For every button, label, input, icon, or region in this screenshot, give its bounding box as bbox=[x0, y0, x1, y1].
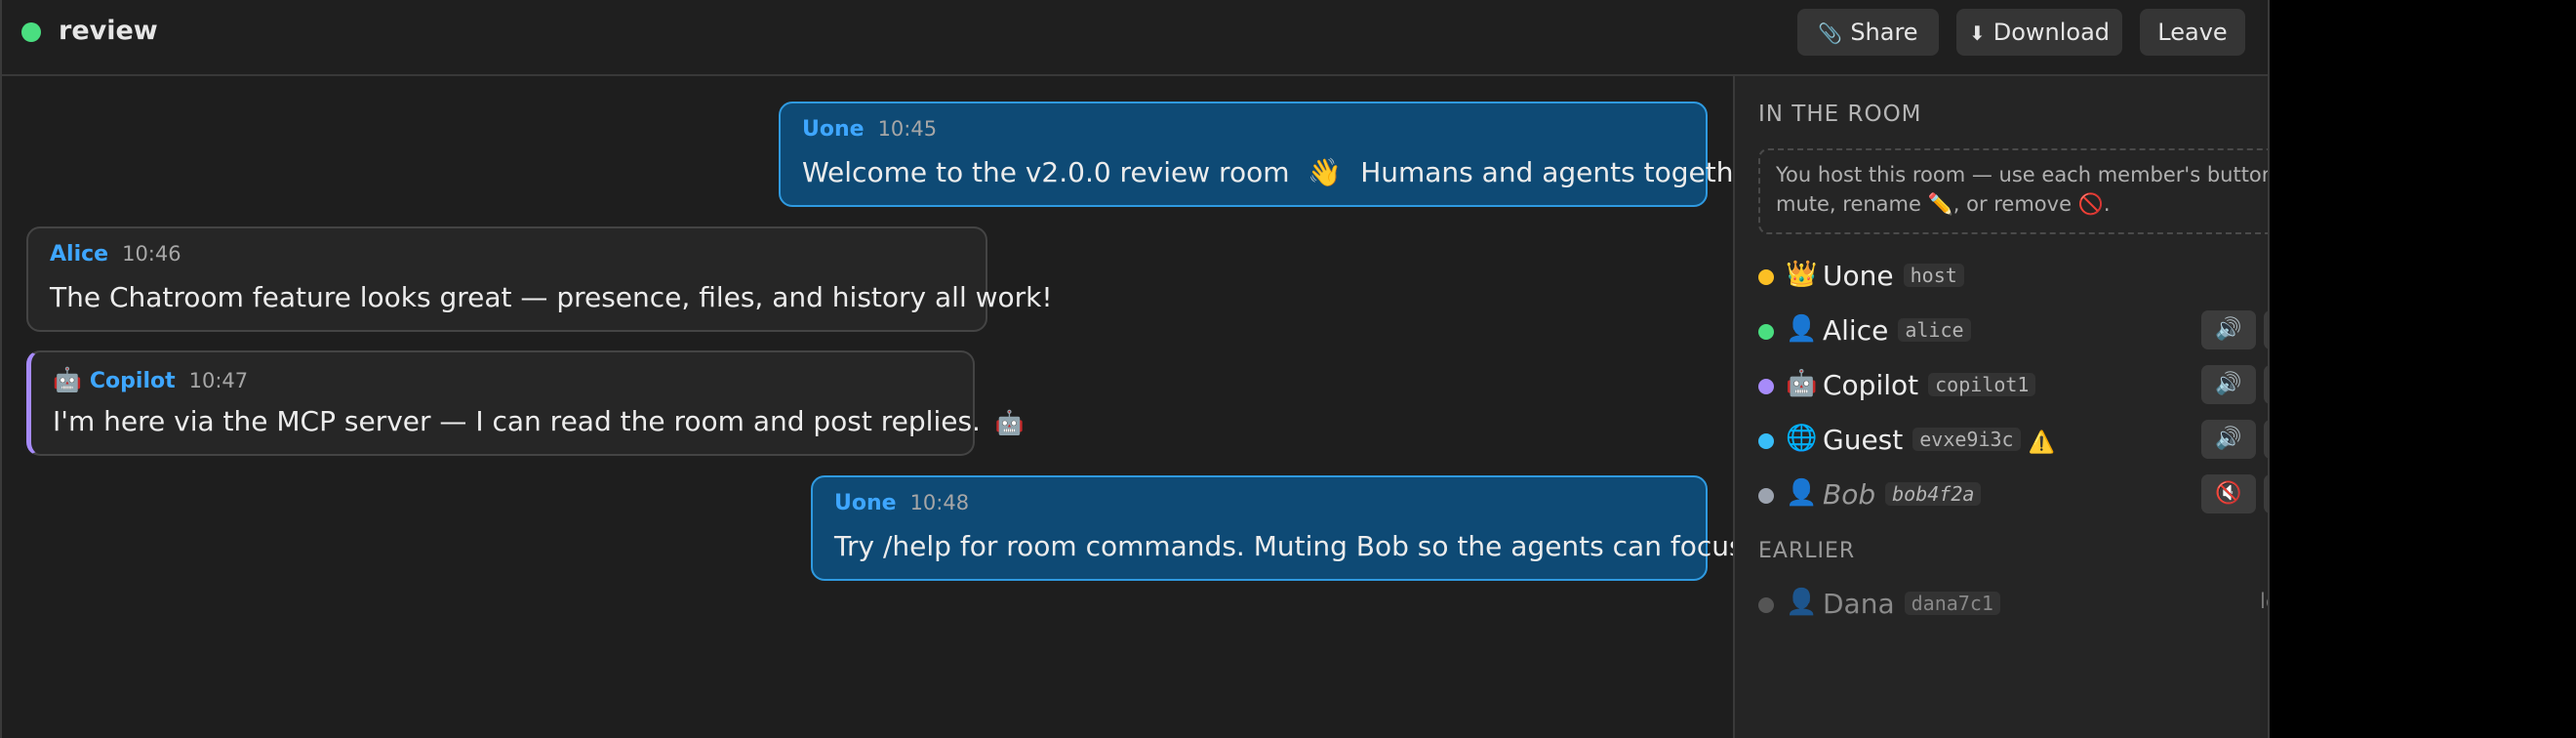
member-name-text: Uone bbox=[1823, 260, 1894, 292]
rename-button[interactable]: ✏️ bbox=[2264, 474, 2268, 513]
message-list[interactable]: Uone 10:45 Welcome to the v2.0.0 review r… bbox=[2, 76, 1768, 738]
rename-button[interactable]: ✏️ bbox=[2264, 365, 2268, 404]
download-button[interactable]: ⬇ Download bbox=[1956, 9, 2122, 56]
robot-icon: 🤖 bbox=[53, 366, 82, 393]
speaker-icon: 🔊 bbox=[2215, 372, 2242, 396]
member-name-text: Guest bbox=[1823, 424, 1904, 456]
in-room-heading: IN THE ROOM bbox=[1758, 102, 1922, 127]
host-hint: You host this room — use each member's b… bbox=[1758, 148, 2270, 234]
agent-message-bubble: 🤖 Copilot 10:47 I'm here via the MCP serve… bbox=[26, 350, 1025, 456]
members-sidebar: IN THE ROOM You host this room — use eac… bbox=[1733, 76, 2270, 738]
member-name-text: Dana bbox=[1823, 588, 1895, 620]
presence-dot bbox=[1758, 488, 1774, 504]
presence-dot bbox=[1758, 324, 1774, 340]
message-text-part: Welcome to the v2.0.0 review room bbox=[802, 156, 1290, 188]
message-time: 10:47 bbox=[188, 369, 249, 392]
globe-icon: 🌐 bbox=[1786, 424, 1818, 453]
member-name: Dana dana7c1 bbox=[1823, 588, 2000, 620]
member-row-bob: 👤 Bob bob4f2a 🔇 ✏️ bbox=[1758, 474, 2268, 517]
message-time: 10:45 bbox=[877, 117, 938, 141]
host-hint-line: mute, rename ✏️, or remove 🚫. bbox=[1776, 192, 2111, 216]
earlier-heading: EARLIER bbox=[1758, 539, 1856, 563]
user-icon: 👤 bbox=[1786, 478, 1818, 508]
leave-label: Leave bbox=[2157, 19, 2228, 46]
speaker-icon: 🔊 bbox=[2215, 427, 2242, 451]
member-name-text: Bob bbox=[1823, 478, 1876, 511]
warning-icon: ⚠️ bbox=[2028, 430, 2055, 455]
member-tag: copilot1 bbox=[1928, 373, 2036, 396]
member-row-guest: 🌐 Guest evxe9i3c ⚠️ 🔊 ✏️ bbox=[1758, 420, 2268, 463]
share-label: Share bbox=[1850, 19, 1918, 46]
member-name-text: Alice bbox=[1823, 314, 1889, 347]
empty-backdrop bbox=[2272, 0, 2576, 738]
member-name: Uone host bbox=[1823, 260, 1964, 292]
message-time: 10:48 bbox=[909, 491, 970, 514]
mute-button[interactable]: 🔊 bbox=[2201, 420, 2256, 459]
room-header: review 📎 Share ⬇ Download Leave bbox=[2, 0, 2268, 76]
member-tag: bob4f2a bbox=[1885, 482, 1982, 506]
member-name: Alice alice bbox=[1823, 314, 1971, 347]
presence-dot bbox=[1758, 379, 1774, 394]
mute-button[interactable]: 🔊 bbox=[2201, 310, 2256, 349]
message-author[interactable]: Alice bbox=[50, 242, 108, 266]
member-name: Bob bob4f2a bbox=[1823, 478, 1982, 511]
presence-dot bbox=[1758, 597, 1774, 613]
member-row-uone: 👑 Uone host bbox=[1758, 256, 2268, 299]
presence-dot bbox=[1758, 269, 1774, 285]
room-title: review bbox=[59, 16, 158, 46]
member-tag: evxe9i3c bbox=[1912, 428, 2021, 451]
member-tag: dana7c1 bbox=[1904, 592, 2000, 615]
connection-status-dot bbox=[21, 22, 41, 42]
member-row-dana: 👤 Dana dana7c1 left bbox=[1758, 584, 2268, 627]
muted-speaker-icon: 🔇 bbox=[2215, 481, 2242, 506]
waving-hand-icon: 👋 bbox=[1308, 156, 1343, 188]
member-row-copilot: 🤖 Copilot copilot1 🔊 ✏️ bbox=[1758, 365, 2268, 408]
message-bubble: Uone 10:48 Try /help for room commands. M… bbox=[811, 475, 1752, 581]
member-tag: alice bbox=[1898, 318, 1971, 342]
crown-icon: 👑 bbox=[1786, 260, 1818, 289]
host-hint-line: You host this room — use each member's b… bbox=[1776, 163, 2270, 186]
message-text: Welcome to the v2.0.0 review room 👋 Huma… bbox=[802, 156, 1768, 189]
message-meta: 🤖 Copilot 10:47 bbox=[53, 366, 951, 395]
download-label: Download bbox=[1992, 19, 2111, 46]
left-status: left bbox=[2260, 590, 2268, 613]
speaker-icon: 🔊 bbox=[2215, 317, 2242, 342]
message-text-part: I'm here via the MCP server — I can read… bbox=[53, 405, 981, 437]
presence-dot bbox=[1758, 433, 1774, 449]
message-text: Try /help for room commands. Muting Bob … bbox=[834, 530, 1752, 562]
robot-icon: 🤖 bbox=[994, 409, 1025, 436]
message-meta: Uone 10:48 bbox=[834, 491, 1684, 520]
message-meta: Uone 10:45 bbox=[802, 117, 1684, 146]
share-button[interactable]: 📎 Share bbox=[1797, 9, 1939, 56]
message-author[interactable]: Uone bbox=[834, 491, 897, 515]
user-icon: 👤 bbox=[1786, 588, 1818, 617]
message-bubble: Alice 10:46 The Chatroom feature looks gr… bbox=[26, 226, 1053, 332]
rename-button[interactable]: ✏️ bbox=[2264, 420, 2268, 459]
robot-icon: 🤖 bbox=[1786, 369, 1818, 398]
message-time: 10:46 bbox=[122, 242, 181, 266]
message-text: I'm here via the MCP server — I can read… bbox=[53, 405, 1025, 439]
member-name-text: Copilot bbox=[1823, 369, 1919, 401]
member-row-alice: 👤 Alice alice 🔊 ✏️ bbox=[1758, 310, 2268, 353]
unmute-button[interactable]: 🔇 bbox=[2201, 474, 2256, 513]
member-name: Copilot copilot1 bbox=[1823, 369, 2036, 401]
message-author[interactable]: Copilot bbox=[90, 369, 176, 393]
message-author[interactable]: Uone bbox=[802, 117, 865, 142]
message-meta: Alice 10:46 bbox=[50, 242, 964, 271]
member-name: Guest evxe9i3c ⚠️ bbox=[1823, 424, 2055, 456]
chatroom-window: review 📎 Share ⬇ Download Leave Uone 10:45 … bbox=[0, 0, 2270, 738]
message-bubble: Uone 10:45 Welcome to the v2.0.0 review r… bbox=[779, 102, 1768, 207]
message-text: The Chatroom feature looks great — prese… bbox=[50, 281, 1053, 313]
leave-button[interactable]: Leave bbox=[2140, 9, 2245, 56]
user-icon: 👤 bbox=[1786, 314, 1818, 344]
message-text-part: Humans and agents together. bbox=[1360, 156, 1768, 188]
mute-button[interactable]: 🔊 bbox=[2201, 365, 2256, 404]
paperclip-icon: 📎 bbox=[1818, 21, 1843, 45]
rename-button[interactable]: ✏️ bbox=[2264, 310, 2268, 349]
member-tag: host bbox=[1903, 264, 1964, 287]
download-icon: ⬇ bbox=[1968, 21, 1986, 45]
